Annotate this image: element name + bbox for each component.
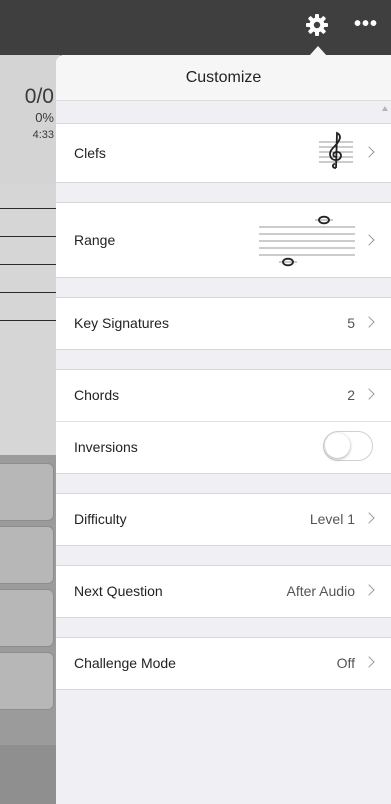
chords-row[interactable]: Chords 2 — [56, 370, 391, 421]
staff-line — [0, 236, 60, 237]
gear-icon[interactable] — [305, 13, 329, 37]
popover-title: Customize — [56, 55, 391, 101]
chords-group: Chords 2 Inversions — [56, 369, 391, 474]
next-question-group: Next Question After Audio — [56, 565, 391, 618]
chevron-right-icon — [363, 146, 375, 158]
clefs-group: Clefs — [56, 123, 391, 183]
staff-area — [0, 185, 60, 455]
answer-area — [0, 455, 60, 745]
staff-line — [0, 264, 60, 265]
next-question-value: After Audio — [286, 583, 356, 599]
scroll-up-indicator — [382, 106, 388, 111]
clefs-label: Clefs — [74, 145, 106, 161]
score-text: 0/0 — [24, 85, 54, 108]
difficulty-value: Level 1 — [309, 511, 355, 527]
key-signatures-value: 5 — [347, 315, 355, 331]
challenge-mode-value: Off — [336, 655, 355, 671]
key-signatures-label: Key Signatures — [74, 315, 169, 331]
clefs-row[interactable]: Clefs — [56, 124, 391, 182]
stats-panel: 0/0 0% 4:33 — [0, 55, 60, 185]
chords-label: Chords — [74, 387, 120, 403]
answer-button[interactable] — [0, 652, 54, 710]
challenge-mode-label: Challenge Mode — [74, 655, 176, 671]
inversions-toggle[interactable] — [323, 431, 373, 461]
range-row[interactable]: Range — [56, 203, 391, 277]
chevron-right-icon — [363, 584, 375, 596]
challenge-mode-row[interactable]: Challenge Mode Off — [56, 638, 391, 689]
percent-text: 0% — [35, 110, 54, 125]
chevron-right-icon — [363, 316, 375, 328]
chevron-right-icon — [363, 656, 375, 668]
background-app: 0/0 0% 4:33 — [0, 55, 60, 804]
key-signatures-group: Key Signatures 5 — [56, 297, 391, 350]
answer-button[interactable] — [0, 589, 54, 647]
toggle-knob — [325, 433, 350, 458]
next-question-label: Next Question — [74, 583, 163, 599]
difficulty-group: Difficulty Level 1 — [56, 493, 391, 546]
staff-line — [0, 208, 60, 209]
inversions-label: Inversions — [74, 439, 138, 455]
chevron-right-icon — [363, 512, 375, 524]
range-staff-icon — [259, 215, 355, 267]
answer-button[interactable] — [0, 463, 54, 521]
next-question-row[interactable]: Next Question After Audio — [56, 566, 391, 617]
difficulty-row[interactable]: Difficulty Level 1 — [56, 494, 391, 545]
challenge-mode-group: Challenge Mode Off — [56, 637, 391, 690]
key-signatures-row[interactable]: Key Signatures 5 — [56, 298, 391, 349]
staff-line — [0, 292, 60, 293]
staff-line — [0, 320, 60, 321]
chords-value: 2 — [347, 387, 355, 403]
bottom-bar — [0, 745, 60, 804]
chevron-right-icon — [363, 234, 375, 246]
time-text: 4:33 — [32, 129, 54, 141]
range-group: Range — [56, 202, 391, 278]
more-dots-icon[interactable]: ••• — [354, 14, 378, 34]
inversions-row: Inversions — [56, 421, 391, 473]
chevron-right-icon — [363, 388, 375, 400]
top-bar: ••• — [0, 0, 391, 55]
answer-button[interactable] — [0, 526, 54, 584]
customize-popover: Customize Clefs Range Key Signatures 5 C… — [56, 55, 391, 804]
range-label: Range — [74, 232, 116, 248]
difficulty-label: Difficulty — [74, 511, 127, 527]
treble-clef-icon — [319, 131, 353, 169]
